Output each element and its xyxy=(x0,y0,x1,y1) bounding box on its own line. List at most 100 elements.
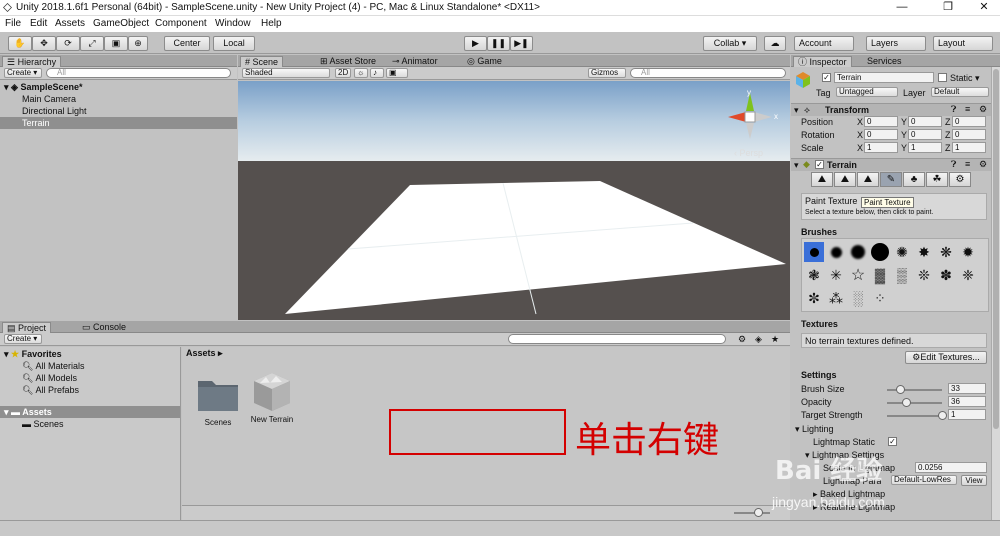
help-icon[interactable]: ❓︎ xyxy=(951,159,956,170)
folder-scenes[interactable]: ▬ Scenes xyxy=(0,418,180,430)
terrain-component-header[interactable]: ▾ ◆ ✓ Terrain ❓︎ ≡ ⚙ xyxy=(791,158,991,171)
layout-dropdown[interactable]: Layout xyxy=(933,36,993,51)
assets-node[interactable]: ▾ ▬ Assets xyxy=(0,406,180,418)
brush-5[interactable]: ✺ xyxy=(892,242,912,262)
brush-2[interactable] xyxy=(826,242,846,262)
brush-8[interactable]: ✹ xyxy=(958,242,978,262)
hierarchy-search-input[interactable]: All xyxy=(46,68,231,78)
brush-7[interactable]: ❋ xyxy=(936,242,956,262)
favorite-all-models[interactable]: 🔍︎ All Models xyxy=(0,372,180,384)
smooth-height-tool[interactable]: ⛰ xyxy=(857,172,879,187)
edit-textures-button[interactable]: ⚙Edit Textures... xyxy=(905,351,987,364)
pause-button[interactable]: ❚❚ xyxy=(487,36,510,51)
menu-gameobject[interactable]: GameObject xyxy=(93,18,149,29)
asset-item-scenes[interactable]: Scenes xyxy=(196,373,240,433)
scale-y-field[interactable]: 1 xyxy=(908,142,942,153)
layers-dropdown[interactable]: Layers xyxy=(866,36,926,51)
brush-1[interactable] xyxy=(804,242,824,262)
hierarchy-item-directional-light[interactable]: Directional Light xyxy=(0,105,237,117)
brush-size-field[interactable]: 33 xyxy=(948,383,986,394)
paint-details-tool[interactable]: ☘ xyxy=(926,172,948,187)
paint-height-tool[interactable]: ⛰ xyxy=(834,172,856,187)
opacity-field[interactable]: 36 xyxy=(948,396,986,407)
zoom-slider[interactable] xyxy=(734,508,770,517)
tab-inspector[interactable]: ⓘ Inspector xyxy=(793,56,852,67)
gear-icon[interactable]: ⚙ xyxy=(979,104,987,115)
project-create-button[interactable]: Create ▾ xyxy=(4,334,42,344)
preset-icon[interactable]: ≡ xyxy=(965,104,970,114)
layer-dropdown[interactable]: Default xyxy=(931,87,989,97)
audio-toggle[interactable]: ♪ xyxy=(370,68,384,78)
favorite-all-prefabs[interactable]: 🔍︎ All Prefabs xyxy=(0,384,180,396)
brush-19[interactable]: ░ xyxy=(848,288,868,308)
brush-18[interactable]: ⁂ xyxy=(826,288,846,308)
position-x-field[interactable]: 0 xyxy=(864,116,898,127)
tab-project[interactable]: ▤ Project xyxy=(2,322,52,333)
brush-15[interactable]: ✽ xyxy=(936,265,956,285)
scale-z-field[interactable]: 1 xyxy=(952,142,986,153)
move-tool-button[interactable]: ✥ xyxy=(32,36,56,51)
scene-search-input[interactable]: All xyxy=(630,68,786,78)
brush-3[interactable] xyxy=(848,242,868,262)
rotation-x-field[interactable]: 0 xyxy=(864,129,898,140)
lighting-foldout[interactable]: ▾ Lighting xyxy=(795,424,834,435)
brush-16[interactable]: ❈ xyxy=(958,265,978,285)
account-dropdown[interactable]: Account xyxy=(794,36,854,51)
tab-hierarchy[interactable]: ☰ Hierarchy xyxy=(2,56,62,67)
tag-dropdown[interactable]: Untagged xyxy=(836,87,898,97)
favorite-star-icon[interactable]: ★ xyxy=(771,334,779,345)
hierarchy-item-main-camera[interactable]: Main Camera xyxy=(0,93,237,105)
2d-toggle[interactable]: 2D xyxy=(335,68,351,78)
zoom-slider-knob[interactable] xyxy=(754,508,763,517)
scale-x-field[interactable]: 1 xyxy=(864,142,898,153)
target-strength-knob[interactable] xyxy=(937,411,947,420)
gear-icon[interactable]: ⚙ xyxy=(979,159,987,170)
brush-11[interactable]: ☆ xyxy=(848,265,868,285)
transform-header[interactable]: ▾ ⟡ Transform ❓︎ ≡ ⚙ xyxy=(791,103,991,116)
tab-animator[interactable]: ⊸ Animator xyxy=(388,56,442,67)
effects-dropdown[interactable]: ▣ xyxy=(386,68,408,78)
pivot-local-button[interactable]: Local xyxy=(213,36,255,51)
target-strength-slider[interactable] xyxy=(887,411,947,420)
filter-type-icon[interactable]: ⚙ xyxy=(738,334,746,345)
scale-in-lightmap-field[interactable]: 0.0256 xyxy=(915,462,987,473)
brush-12[interactable]: ▓ xyxy=(870,265,890,285)
rect-tool-button[interactable]: ▣ xyxy=(104,36,128,51)
static-dropdown[interactable]: Static ▾ xyxy=(950,73,980,84)
brush-size-knob[interactable] xyxy=(896,385,906,394)
menu-edit[interactable]: Edit xyxy=(30,18,47,29)
static-checkbox[interactable] xyxy=(938,73,947,82)
lighting-toggle[interactable]: ☼ xyxy=(354,68,368,78)
brush-13[interactable]: ▒ xyxy=(892,265,912,285)
persp-label[interactable]: ‹ Persp xyxy=(734,148,763,158)
tab-console[interactable]: ▭ Console xyxy=(78,322,130,333)
breadcrumb[interactable]: Assets ▸ xyxy=(186,348,223,359)
filter-label-icon[interactable]: ◈ xyxy=(755,334,762,345)
close-button[interactable]: ✕ xyxy=(972,0,996,16)
cloud-button[interactable]: ☁ xyxy=(764,36,786,51)
brush-14[interactable]: ❊ xyxy=(914,265,934,285)
rotation-y-field[interactable]: 0 xyxy=(908,129,942,140)
view-button[interactable]: View xyxy=(961,475,987,486)
inspector-scrollbar[interactable] xyxy=(991,67,1000,520)
favorites-node[interactable]: ▾ ★ Favorites xyxy=(0,348,180,360)
favorite-all-materials[interactable]: 🔍︎ All Materials xyxy=(0,360,180,372)
menu-help[interactable]: Help xyxy=(261,18,282,29)
hierarchy-item-terrain[interactable]: Terrain xyxy=(0,117,237,129)
lightmap-static-checkbox[interactable]: ✓ xyxy=(888,437,897,446)
brush-4[interactable] xyxy=(870,242,890,262)
terrain-settings-tool[interactable]: ⚙ xyxy=(949,172,971,187)
brush-10[interactable]: ✳ xyxy=(826,265,846,285)
inspector-scroll-thumb[interactable] xyxy=(993,69,999,429)
preset-icon[interactable]: ≡ xyxy=(965,159,970,169)
brush-size-slider[interactable] xyxy=(887,385,942,394)
tab-services[interactable]: Services xyxy=(863,56,906,67)
paint-texture-tool[interactable]: ✎ xyxy=(880,172,902,187)
gizmo-center[interactable] xyxy=(744,111,756,123)
lightmap-params-dropdown[interactable]: Default-LowRes xyxy=(891,475,957,485)
active-checkbox[interactable]: ✓ xyxy=(822,73,831,82)
menu-window[interactable]: Window xyxy=(215,18,251,29)
opacity-slider[interactable] xyxy=(887,398,942,407)
shading-mode-dropdown[interactable]: Shaded xyxy=(242,68,330,78)
raise-lower-tool[interactable]: ⛰ xyxy=(811,172,833,187)
